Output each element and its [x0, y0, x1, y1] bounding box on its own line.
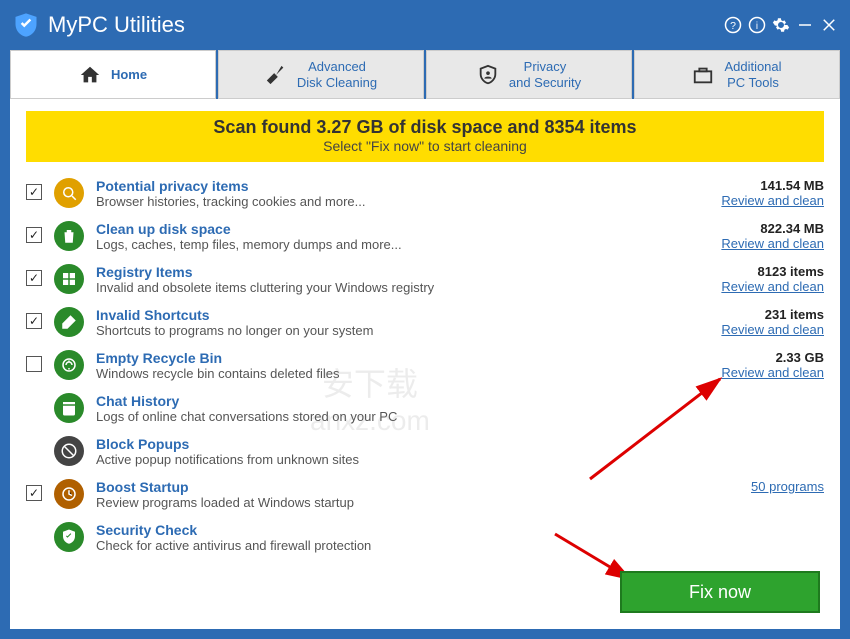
app-title: MyPC Utilities — [48, 12, 185, 38]
item-stat: 141.54 MB — [704, 178, 824, 193]
item-category-icon — [54, 178, 84, 208]
item-description: Logs of online chat conversations stored… — [96, 409, 692, 424]
banner-title: Scan found 3.27 GB of disk space and 835… — [26, 117, 824, 138]
shield-user-icon — [477, 64, 499, 86]
gear-icon[interactable] — [772, 16, 790, 34]
item-checkbox[interactable] — [26, 227, 42, 243]
tab-label: Advanced Disk Cleaning — [297, 59, 377, 90]
tab-home[interactable]: Home — [10, 50, 216, 99]
item-description: Logs, caches, temp files, memory dumps a… — [96, 237, 692, 252]
item-description: Windows recycle bin contains deleted fil… — [96, 366, 692, 381]
item-title: Invalid Shortcuts — [96, 307, 692, 323]
fix-now-button[interactable]: Fix now — [620, 571, 820, 613]
home-icon — [79, 64, 101, 86]
scan-item-row: Registry ItemsInvalid and obsolete items… — [26, 258, 824, 301]
scan-item-row: Security CheckCheck for active antivirus… — [26, 516, 824, 559]
item-title: Registry Items — [96, 264, 692, 280]
scan-item-row: Empty Recycle BinWindows recycle bin con… — [26, 344, 824, 387]
item-stat: 822.34 MB — [704, 221, 824, 236]
item-category-icon — [54, 264, 84, 294]
svg-text:i: i — [756, 21, 758, 32]
item-stat: 231 items — [704, 307, 824, 322]
review-and-clean-link[interactable]: Review and clean — [704, 279, 824, 294]
app-logo-icon — [12, 11, 40, 39]
item-title: Security Check — [96, 522, 692, 538]
scan-item-row: Clean up disk spaceLogs, caches, temp fi… — [26, 215, 824, 258]
item-category-icon — [54, 307, 84, 337]
main-content: Scan found 3.27 GB of disk space and 835… — [10, 99, 840, 629]
info-icon[interactable]: i — [748, 16, 766, 34]
titlebar: MyPC Utilities ? i — [0, 0, 850, 50]
tab-advanced-cleaning[interactable]: Advanced Disk Cleaning — [218, 50, 424, 99]
item-category-icon — [54, 393, 84, 423]
toolbox-icon — [692, 64, 714, 86]
scan-item-row: Chat HistoryLogs of online chat conversa… — [26, 387, 824, 430]
scan-item-row: Potential privacy itemsBrowser histories… — [26, 172, 824, 215]
item-description: Review programs loaded at Windows startu… — [96, 495, 692, 510]
item-stat: 2.33 GB — [704, 350, 824, 365]
tab-additional-tools[interactable]: Additional PC Tools — [634, 50, 840, 99]
item-stat: 8123 items — [704, 264, 824, 279]
scan-result-banner: Scan found 3.27 GB of disk space and 835… — [26, 111, 824, 162]
item-category-icon — [54, 221, 84, 251]
minimize-icon[interactable] — [796, 16, 814, 34]
item-checkbox[interactable] — [26, 270, 42, 286]
svg-text:?: ? — [730, 20, 736, 32]
tab-label: Additional PC Tools — [724, 59, 781, 90]
item-category-icon — [54, 479, 84, 509]
item-title: Clean up disk space — [96, 221, 692, 237]
review-and-clean-link[interactable]: Review and clean — [704, 236, 824, 251]
item-checkbox[interactable] — [26, 184, 42, 200]
item-title: Chat History — [96, 393, 692, 409]
item-description: Check for active antivirus and firewall … — [96, 538, 692, 553]
item-title: Empty Recycle Bin — [96, 350, 692, 366]
scan-item-row: Block PopupsActive popup notifications f… — [26, 430, 824, 473]
review-and-clean-link[interactable]: Review and clean — [704, 365, 824, 380]
item-checkbox[interactable] — [26, 356, 42, 372]
help-icon[interactable]: ? — [724, 16, 742, 34]
item-category-icon — [54, 436, 84, 466]
item-title: Potential privacy items — [96, 178, 692, 194]
item-title: Boost Startup — [96, 479, 692, 495]
review-and-clean-link[interactable]: Review and clean — [704, 193, 824, 208]
item-description: Active popup notifications from unknown … — [96, 452, 692, 467]
item-checkbox[interactable] — [26, 313, 42, 329]
item-title: Block Popups — [96, 436, 692, 452]
tab-label: Privacy and Security — [509, 59, 581, 90]
review-and-clean-link[interactable]: 50 programs — [704, 479, 824, 494]
broom-icon — [265, 64, 287, 86]
item-category-icon — [54, 350, 84, 380]
item-description: Browser histories, tracking cookies and … — [96, 194, 692, 209]
review-and-clean-link[interactable]: Review and clean — [704, 322, 824, 337]
item-checkbox[interactable] — [26, 485, 42, 501]
scan-item-row: Boost StartupReview programs loaded at W… — [26, 473, 824, 516]
scan-item-row: Invalid ShortcutsShortcuts to programs n… — [26, 301, 824, 344]
banner-subtitle: Select "Fix now" to start cleaning — [26, 138, 824, 154]
item-description: Shortcuts to programs no longer on your … — [96, 323, 692, 338]
item-description: Invalid and obsolete items cluttering yo… — [96, 280, 692, 295]
tab-privacy-security[interactable]: Privacy and Security — [426, 50, 632, 99]
tab-bar: Home Advanced Disk Cleaning Privacy and … — [0, 50, 850, 99]
item-category-icon — [54, 522, 84, 552]
close-icon[interactable] — [820, 16, 838, 34]
tab-label: Home — [111, 67, 147, 83]
